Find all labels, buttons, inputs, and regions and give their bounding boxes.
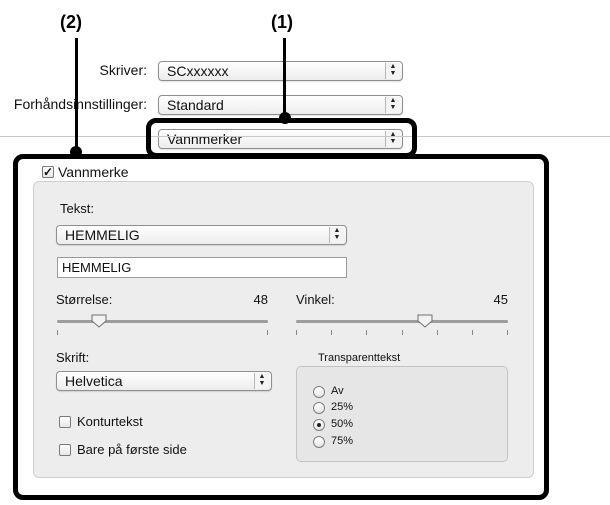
printer-label: Skriver: [99, 62, 147, 78]
printer-select[interactable]: SCxxxxxx ▲ ▼ [158, 61, 403, 81]
printer-select-value: SCxxxxxx [167, 63, 229, 79]
presets-select-value: Standard [167, 97, 224, 113]
presets-label: Forhåndsinnstillinger: [13, 96, 147, 112]
callout-1-pointer-line [283, 38, 286, 118]
callout-2-pointer-line [75, 38, 78, 148]
callout-label-1: (1) [271, 12, 293, 32]
presets-select[interactable]: Standard ▲ ▼ [158, 95, 403, 115]
callout-1-frame [146, 118, 417, 158]
updown-arrows-icon: ▲ ▼ [385, 63, 400, 79]
callout-label-2: (2) [60, 12, 82, 32]
callout-2-frame [13, 154, 549, 500]
updown-arrows-icon: ▲ ▼ [385, 97, 400, 113]
